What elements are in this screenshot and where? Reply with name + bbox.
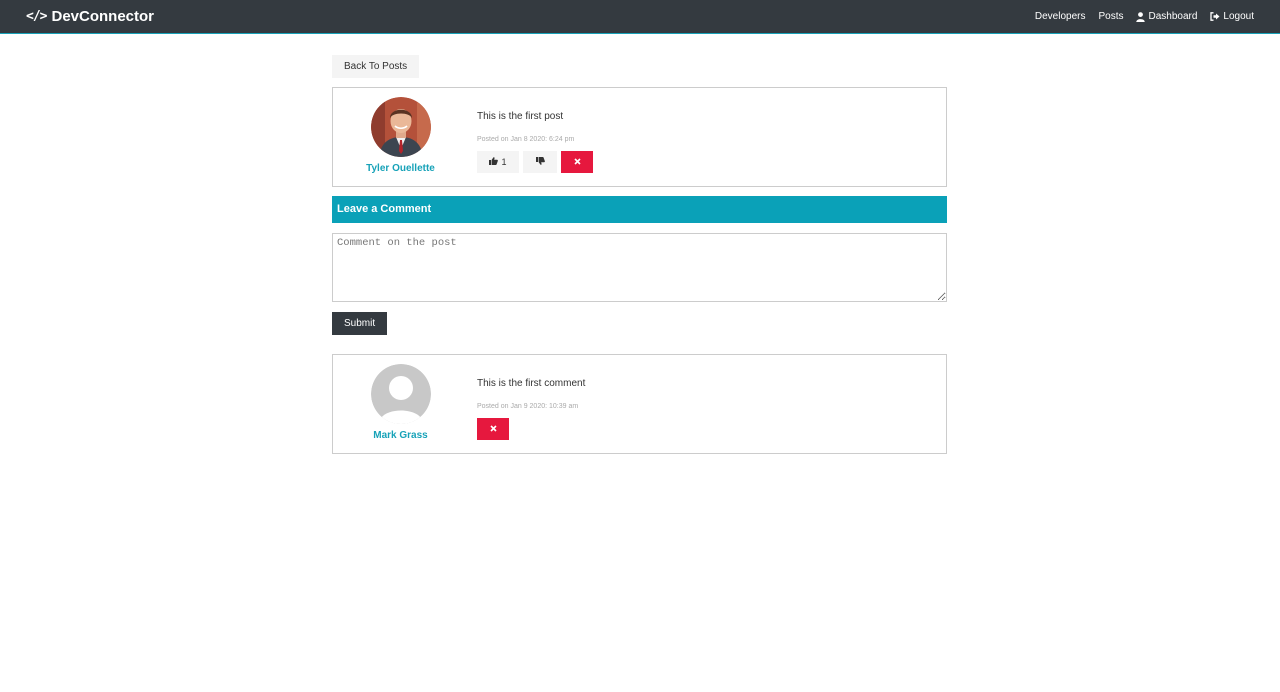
thumbs-down-icon xyxy=(535,157,545,167)
code-icon: </> xyxy=(26,9,48,24)
like-count: 1 xyxy=(501,157,507,167)
brand-label: DevConnector xyxy=(51,8,155,25)
nav-link-label: Dashboard xyxy=(1148,11,1198,22)
post-text: This is the first post xyxy=(477,111,564,122)
brand-link[interactable]: </> DevConnector xyxy=(26,8,154,25)
nav-link-label: Posts xyxy=(1098,11,1124,22)
comment-text: This is the first comment xyxy=(477,378,586,389)
thumbs-up-icon xyxy=(489,157,499,167)
nav-link-posts[interactable]: Posts xyxy=(1098,11,1123,22)
comment-item: Mark Grass This is the first comment Pos… xyxy=(332,354,947,454)
nav-link-developers[interactable]: Developers xyxy=(1035,11,1086,22)
comment-date: Posted on Jan 9 2020: 10:39 am xyxy=(477,403,579,410)
comment-textarea[interactable] xyxy=(332,233,947,302)
nav-link-dashboard[interactable]: Dashboard xyxy=(1136,11,1197,22)
nav-links: Developers Posts Dashboard Logout xyxy=(1022,11,1254,22)
comment-body: This is the first comment Posted on Jan … xyxy=(468,355,585,453)
back-to-posts-button[interactable]: Back To Posts xyxy=(332,55,420,78)
navbar: </> DevConnector Developers Posts Dashbo… xyxy=(0,0,1280,34)
delete-comment-button[interactable] xyxy=(477,418,509,440)
nav-link-label: Developers xyxy=(1034,11,1086,22)
post-actions: 1 xyxy=(477,151,597,173)
user-icon xyxy=(1136,11,1146,22)
avatar xyxy=(370,364,431,424)
nav-link-label: Logout xyxy=(1223,11,1254,22)
unlike-button[interactable] xyxy=(523,151,557,173)
submit-button[interactable]: Submit xyxy=(332,312,388,335)
comment-form-header: Leave a Comment xyxy=(332,196,947,223)
author-name: Mark Grass xyxy=(373,430,428,441)
avatar xyxy=(370,97,431,157)
close-icon xyxy=(489,424,497,434)
like-button[interactable]: 1 xyxy=(477,151,519,173)
nav-link-logout[interactable]: Logout xyxy=(1210,11,1254,22)
close-icon xyxy=(573,157,581,167)
delete-post-button[interactable] xyxy=(561,151,593,173)
comment-form: Submit xyxy=(332,233,947,335)
post-body: This is the first post Posted on Jan 8 2… xyxy=(468,88,597,186)
main-container: Back To Posts Tyler Ouellette This is th… xyxy=(332,55,947,454)
author-name: Tyler Ouellette xyxy=(366,163,435,174)
post-date: Posted on Jan 8 2020: 6:24 pm xyxy=(477,136,575,143)
post-author[interactable]: Tyler Ouellette xyxy=(333,88,468,186)
sign-out-icon xyxy=(1210,12,1220,21)
comment-author[interactable]: Mark Grass xyxy=(333,355,468,453)
comment-actions xyxy=(477,418,585,440)
post-item: Tyler Ouellette This is the first post P… xyxy=(332,87,947,187)
